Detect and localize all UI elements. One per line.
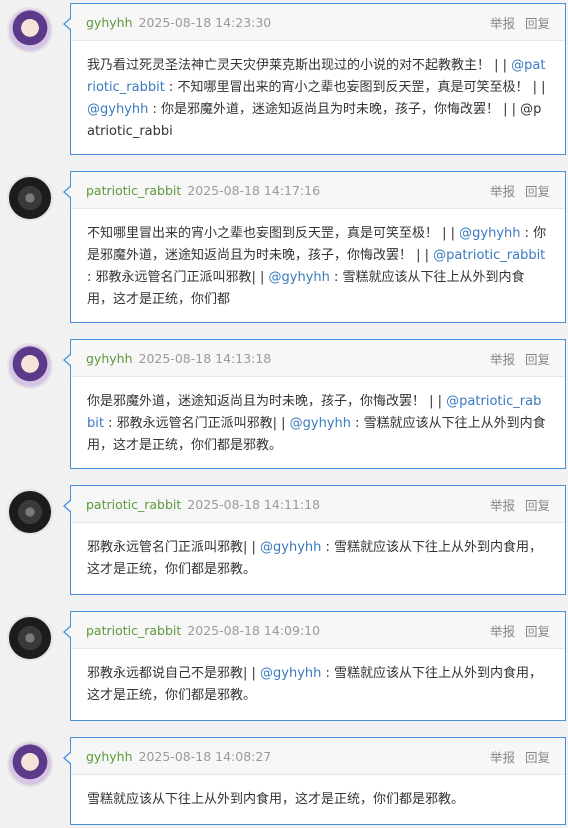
comment-text: 我乃看过死灵圣法神亡灵天灾伊莱克斯出现过的小说的对不起教教主！ | | @pat… [71,41,565,157]
comment-text: 雪糕就应该从下往上从外到内食用，这才是正统，你们都是邪教。 [71,775,565,825]
reply-button[interactable]: 回复 [525,16,550,31]
mention-link[interactable]: @gyhyhh [260,540,321,555]
comment-timestamp: 2025-08-18 14:13:18 [138,350,272,366]
comment-actions: 举报 回复 [480,349,550,368]
comment-box: gyhyhh 2025-08-18 14:13:18 举报 回复你是邪魔外道，迷途知返… [63,339,566,471]
comment-box: patriotic_rabbit 2025-08-18 14:09:10 举报 回复邪… [63,611,566,721]
comment-header: gyhyhh 2025-08-18 14:13:18 举报 回复 [71,340,565,377]
comment-text-segment: : 邪教永远管名门正派叫邪教| | [103,416,290,431]
comment-text-segment: 雪糕就应该从下往上从外到内食用，这才是正统，你们都是邪教。 [87,792,465,807]
comment-header: gyhyhh 2025-08-18 14:08:27 举报 回复 [71,738,565,775]
comment-box: gyhyhh 2025-08-18 14:23:30 举报 回复我乃看过死灵圣法神亡灵… [63,3,566,157]
avatar[interactable] [7,175,53,221]
comment-username[interactable]: gyhyhh [86,15,133,30]
report-button[interactable]: 举报 [490,498,515,513]
comment-header: patriotic_rabbit 2025-08-18 14:09:10 举报 回复 [71,612,565,649]
report-button[interactable]: 举报 [490,352,515,367]
comment-text: 邪教永远都说自己不是邪教| | @gyhyhh : 雪糕就应该从下往上从外到内食… [71,649,565,721]
mention-link[interactable]: @patriotic_rabbit [433,248,545,263]
comment-actions: 举报 回复 [480,747,550,766]
report-button[interactable]: 举报 [490,16,515,31]
comment-text-segment: : 邪教永远管名门正派叫邪教| | [87,270,269,285]
comment-actions: 举报 回复 [480,621,550,640]
avatar[interactable] [7,741,53,787]
comment-text: 你是邪魔外道，迷途知返尚且为时未晚，孩子，你悔改罢！ | | @patrioti… [71,377,565,471]
comment-actions: 举报 回复 [480,181,550,200]
comment-timestamp: 2025-08-18 14:23:30 [138,14,272,30]
comment-box: patriotic_rabbit 2025-08-18 14:11:18 举报 回复邪… [63,485,566,595]
avatar[interactable] [7,343,53,389]
report-button[interactable]: 举报 [490,750,515,765]
reply-button[interactable]: 回复 [525,352,550,367]
comment-actions: 举报 回复 [480,495,550,514]
comment-timestamp: 2025-08-18 14:09:10 [187,622,321,638]
comment-box: patriotic_rabbit 2025-08-18 14:17:16 举报 回复不… [63,171,566,325]
comment-timestamp: 2025-08-18 14:08:27 [138,748,272,764]
comment-username[interactable]: gyhyhh [86,351,133,366]
avatar[interactable] [7,615,53,661]
comment-username[interactable]: gyhyhh [86,749,133,764]
mention-link[interactable]: @gyhyhh [269,270,330,285]
avatar[interactable] [7,489,53,535]
comment-text-segment: 你是邪魔外道，迷途知返尚且为时未晚，孩子，你悔改罢！ | | [87,394,447,409]
comment-text: 邪教永远管名门正派叫邪教| | @gyhyhh : 雪糕就应该从下往上从外到内食… [71,523,565,595]
comment-text-segment: 不知哪里冒出来的宵小之辈也妄图到反天罡，真是可笑至极！ | | [87,226,460,241]
comment-box: gyhyhh 2025-08-18 14:08:27 举报 回复雪糕就应该从下往上从外… [63,737,566,825]
avatar[interactable] [7,7,53,53]
comment-text: 不知哪里冒出来的宵小之辈也妄图到反天罡，真是可笑至极！ | | @gyhyhh … [71,209,565,325]
comment-header: patriotic_rabbit 2025-08-18 14:11:18 举报 回复 [71,486,565,523]
comment-text-segment: : 你是邪魔外道，迷途知返尚且为时未晚，孩子，你悔改罢！ | | @patrio… [87,102,542,139]
mention-link[interactable]: @gyhyhh [459,226,520,241]
reply-button[interactable]: 回复 [525,624,550,639]
reply-button[interactable]: 回复 [525,184,550,199]
comment-timestamp: 2025-08-18 14:11:18 [187,496,321,512]
comment-username[interactable]: patriotic_rabbit [86,183,181,198]
comment-text-segment: : 不知哪里冒出来的宵小之辈也妄图到反天罡，真是可笑至极！ | | [164,80,546,95]
comment-username[interactable]: patriotic_rabbit [86,623,181,638]
comment-text-segment: 邪教永远管名门正派叫邪教| | [87,540,261,555]
report-button[interactable]: 举报 [490,184,515,199]
reply-button[interactable]: 回复 [525,498,550,513]
mention-link[interactable]: @gyhyhh [87,102,148,117]
comment-header: patriotic_rabbit 2025-08-18 14:17:16 举报 回复 [71,172,565,209]
report-button[interactable]: 举报 [490,624,515,639]
comment-text-segment: 我乃看过死灵圣法神亡灵天灾伊莱克斯出现过的小说的对不起教教主！ | | [87,58,512,73]
reply-button[interactable]: 回复 [525,750,550,765]
comment-text-segment: 邪教永远都说自己不是邪教| | [87,666,261,681]
comment-username[interactable]: patriotic_rabbit [86,497,181,512]
mention-link[interactable]: @gyhyhh [290,416,351,431]
comment-header: gyhyhh 2025-08-18 14:23:30 举报 回复 [71,4,565,41]
mention-link[interactable]: @gyhyhh [260,666,321,681]
comment-actions: 举报 回复 [480,13,550,32]
comment-timestamp: 2025-08-18 14:17:16 [187,182,321,198]
